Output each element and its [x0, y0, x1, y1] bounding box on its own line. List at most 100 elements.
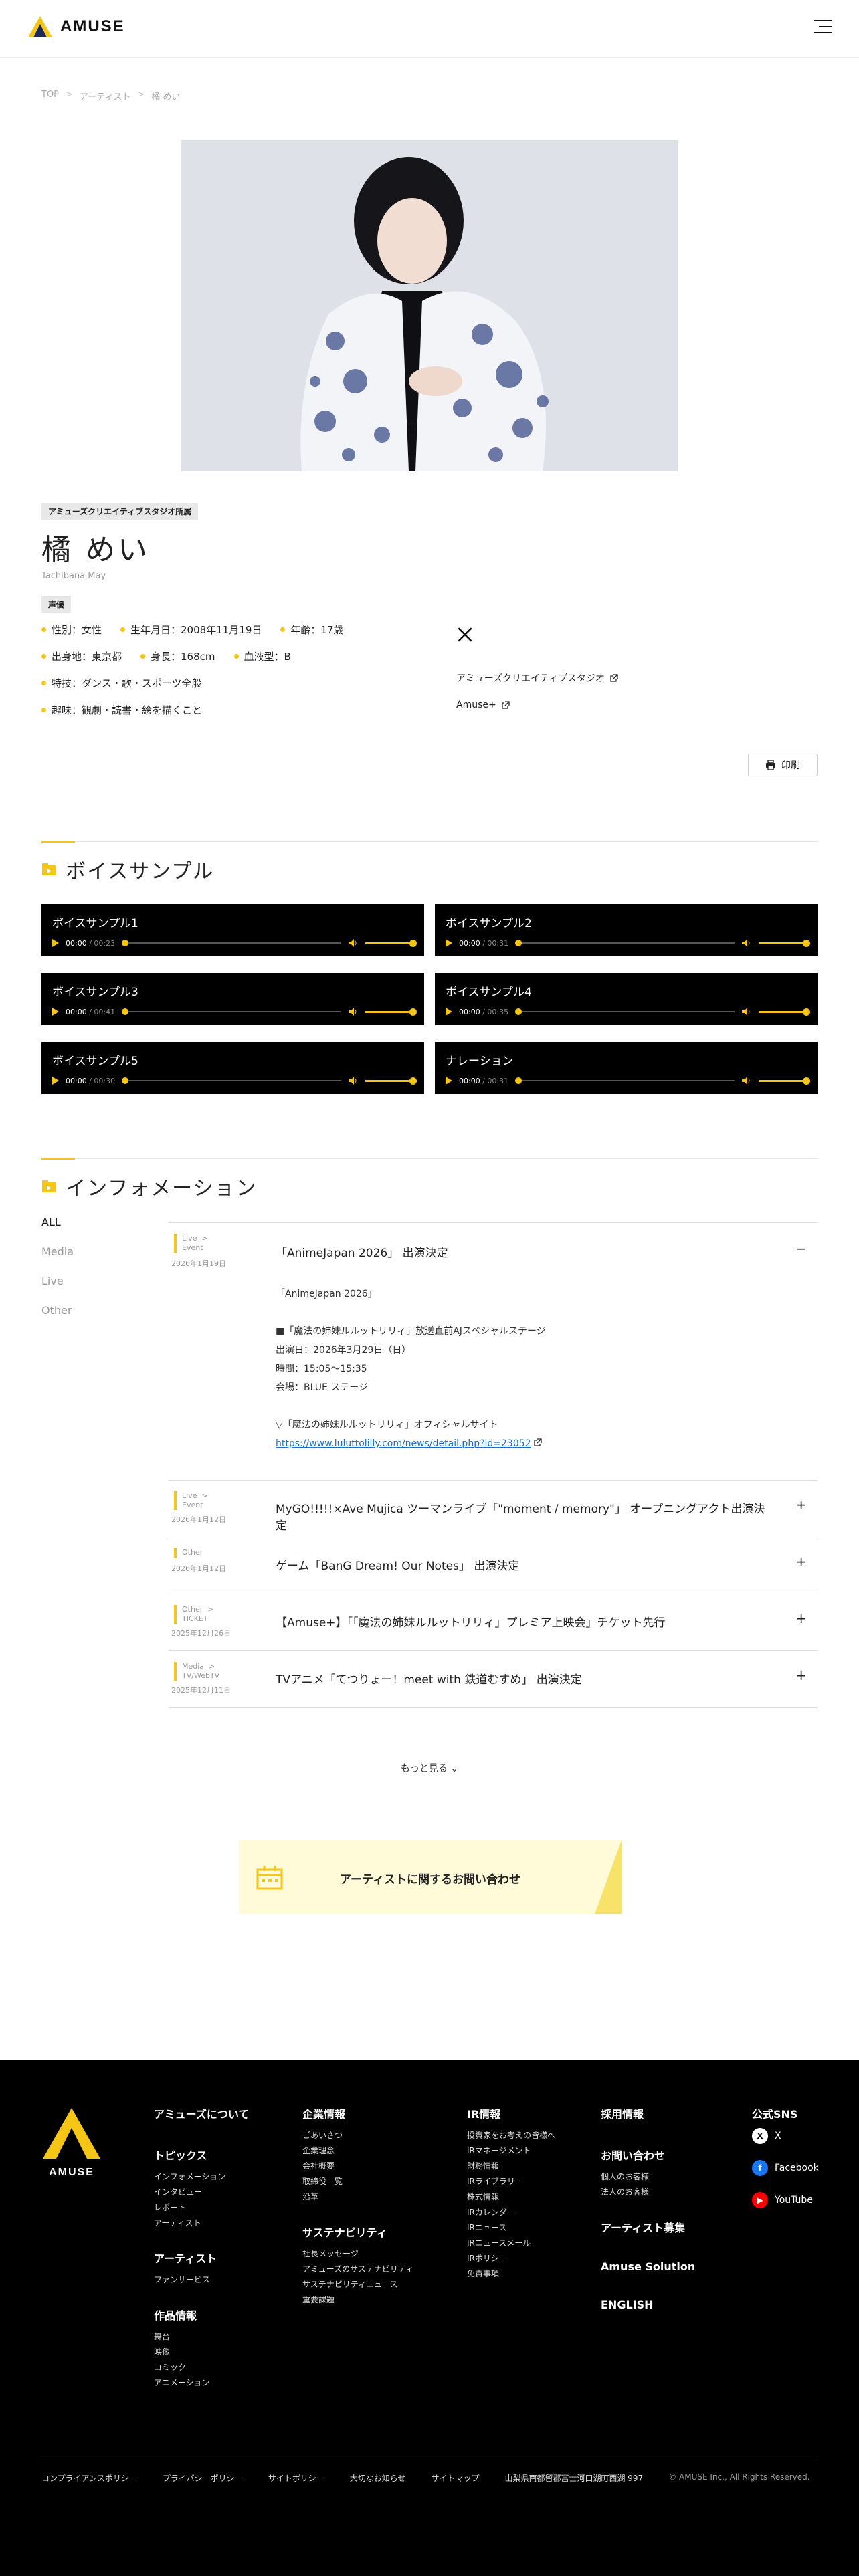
footer-link[interactable]: 映像 — [154, 2345, 249, 2360]
sns-x[interactable]: X X — [752, 2128, 819, 2144]
footer-heading[interactable]: ENGLISH — [601, 2298, 695, 2311]
footer-heading[interactable]: 採用情報 — [601, 2105, 695, 2121]
footer-link[interactable]: 免責事項 — [467, 2266, 555, 2282]
volume-slider[interactable] — [759, 939, 810, 947]
amuse-logo[interactable]: AMUSE — [27, 15, 125, 39]
volume-icon[interactable] — [741, 938, 752, 948]
volume-icon[interactable] — [348, 938, 359, 948]
seek-bar[interactable] — [122, 1077, 341, 1084]
filter-live[interactable]: Live — [41, 1275, 74, 1304]
breadcrumb-artist[interactable]: アーティスト — [80, 90, 130, 102]
footer-link[interactable]: 舞台 — [154, 2329, 249, 2345]
print-button[interactable]: 印刷 — [748, 754, 818, 776]
breadcrumb-top[interactable]: TOP — [41, 90, 59, 102]
footer-link[interactable]: サステナビリティニュース — [302, 2277, 413, 2292]
footer-heading[interactable]: お問い合わせ — [601, 2147, 695, 2163]
seek-bar[interactable] — [515, 1077, 735, 1084]
sns-facebook[interactable]: f Facebook — [752, 2160, 819, 2176]
volume-slider[interactable] — [365, 939, 417, 947]
expand-icon[interactable]: + — [795, 1667, 807, 1683]
link-amuse-plus[interactable]: Amuse+ — [456, 700, 657, 710]
seek-bar[interactable] — [122, 940, 341, 946]
info-item-header[interactable]: Other > TICKET 2025年12月26日 【Amuse+】「「魔法の姉… — [169, 1594, 818, 1650]
info-item-header[interactable]: Live > Event 2026年1月12日 MyGO!!!!!×Ave Muj… — [169, 1481, 818, 1537]
x-icon[interactable] — [456, 626, 474, 643]
info-item-header[interactable]: Media > TV/WebTV 2025年12月11日 TVアニメ「てつりょー！… — [169, 1651, 818, 1707]
footer-link[interactable]: コミック — [154, 2360, 249, 2375]
footer-bottom-link[interactable]: 大切なお知らせ — [350, 2472, 406, 2484]
footer-heading[interactable]: 企業情報 — [302, 2105, 413, 2121]
link-amuse-creative-studio[interactable]: アミューズクリエイティブスタジオ — [456, 671, 657, 685]
footer-link[interactable]: アニメーション — [154, 2375, 249, 2391]
footer-link[interactable]: IRニュースメール — [467, 2236, 555, 2251]
footer-link[interactable]: IRマネージメント — [467, 2143, 555, 2159]
expand-icon[interactable]: + — [795, 1553, 807, 1570]
expand-icon[interactable]: + — [795, 1497, 807, 1513]
footer-link[interactable]: 法人のお客様 — [601, 2185, 695, 2200]
inquiry-banner[interactable]: アーティストに関するお問い合わせ — [239, 1840, 622, 1914]
play-icon[interactable] — [52, 1008, 59, 1016]
footer-link[interactable]: インフォメーション — [154, 2169, 249, 2185]
info-item-header[interactable]: Live > Event 2026年1月19日 「AnimeJapan 2026」… — [169, 1223, 818, 1279]
footer-link[interactable]: レポート — [154, 2200, 249, 2216]
footer-link[interactable]: ごあいさつ — [302, 2128, 413, 2143]
footer-bottom-link[interactable]: プライバシーポリシー — [163, 2472, 243, 2484]
hamburger-menu-icon[interactable] — [814, 20, 832, 35]
footer-heading[interactable]: 作品情報 — [154, 2306, 249, 2323]
footer-link[interactable]: IRポリシー — [467, 2251, 555, 2266]
footer-link[interactable]: 会社概要 — [302, 2159, 413, 2174]
play-icon[interactable] — [446, 1077, 452, 1085]
footer-bottom-link[interactable]: サイトマップ — [431, 2472, 479, 2484]
more-button[interactable]: もっと見る ⌄ — [0, 1761, 859, 1775]
footer-link[interactable]: 沿革 — [302, 2189, 413, 2205]
footer-link[interactable]: 株式情報 — [467, 2189, 555, 2205]
play-icon[interactable] — [52, 1077, 59, 1085]
volume-icon[interactable] — [348, 1076, 359, 1085]
footer-link[interactable]: IRカレンダー — [467, 2205, 555, 2220]
footer-link[interactable]: インタビュー — [154, 2185, 249, 2200]
footer-heading[interactable]: アミューズについて — [154, 2105, 249, 2121]
volume-slider[interactable] — [365, 1077, 417, 1085]
filter-other[interactable]: Other — [41, 1304, 74, 1333]
seek-bar[interactable] — [122, 1008, 341, 1015]
footer-link[interactable]: アミューズのサステナビリティ — [302, 2262, 413, 2277]
play-icon[interactable] — [446, 1008, 452, 1016]
footer-heading[interactable]: トピックス — [154, 2147, 249, 2163]
seek-bar[interactable] — [515, 940, 735, 946]
footer-heading[interactable]: アーティスト募集 — [601, 2219, 695, 2235]
collapse-icon[interactable]: − — [795, 1241, 807, 1257]
info-item-header[interactable]: Other 2026年1月12日 ゲーム「BanG Dream! Our Not… — [169, 1537, 818, 1594]
footer-bottom-link[interactable]: サイトポリシー — [268, 2472, 324, 2484]
official-site-link[interactable]: https://www.luluttolilly.com/news/detail… — [276, 1438, 531, 1449]
expand-icon[interactable]: + — [795, 1610, 807, 1626]
footer-link[interactable]: 財務情報 — [467, 2159, 555, 2174]
footer-link[interactable]: 取締役一覧 — [302, 2174, 413, 2189]
filter-all[interactable]: ALL — [41, 1216, 74, 1245]
filter-media[interactable]: Media — [41, 1245, 74, 1275]
play-icon[interactable] — [446, 939, 452, 947]
footer-link[interactable]: IRニュース — [467, 2220, 555, 2236]
footer-heading[interactable]: サステナビリティ — [302, 2224, 413, 2240]
sns-youtube[interactable]: ▶ YouTube — [752, 2192, 819, 2208]
seek-bar[interactable] — [515, 1008, 735, 1015]
footer-link[interactable]: 社長メッセージ — [302, 2246, 413, 2262]
volume-slider[interactable] — [759, 1008, 810, 1016]
volume-slider[interactable] — [759, 1077, 810, 1085]
footer-link[interactable]: 重要課題 — [302, 2292, 413, 2308]
volume-icon[interactable] — [741, 1007, 752, 1016]
footer-heading[interactable]: IR情報 — [467, 2105, 555, 2121]
volume-icon[interactable] — [348, 1007, 359, 1016]
play-icon[interactable] — [52, 939, 59, 947]
footer-link[interactable]: ファンサービス — [154, 2272, 249, 2288]
footer-link[interactable]: 投資家をお考えの皆様へ — [467, 2128, 555, 2143]
volume-slider[interactable] — [365, 1008, 417, 1016]
footer-link[interactable]: IRライブラリー — [467, 2174, 555, 2189]
footer-link[interactable]: 企業理念 — [302, 2143, 413, 2159]
footer-heading[interactable]: Amuse Solution — [601, 2260, 695, 2273]
footer-link[interactable]: 個人のお客様 — [601, 2169, 695, 2185]
footer-bottom-link[interactable]: コンプライアンスポリシー — [41, 2472, 137, 2484]
volume-icon[interactable] — [741, 1076, 752, 1085]
footer-link[interactable]: アーティスト — [154, 2216, 249, 2231]
footer-heading[interactable]: アーティスト — [154, 2250, 249, 2266]
footer-logo[interactable]: AMUSE — [41, 2107, 102, 2179]
